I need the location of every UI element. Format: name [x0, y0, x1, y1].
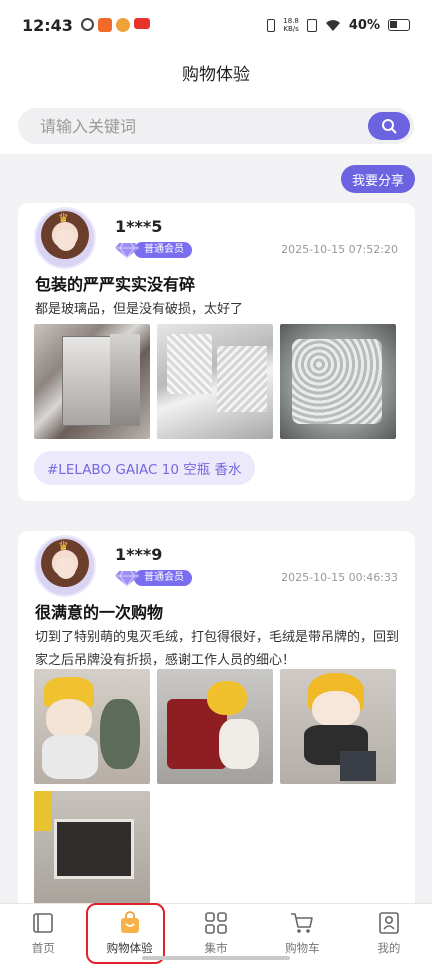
weibo-icon [115, 18, 130, 32]
post-date: 2025-10-15 00:46:33 [281, 571, 398, 584]
tab-market[interactable]: 集市 [173, 904, 259, 964]
app-notification-icon [133, 18, 150, 29]
wifi-icon [325, 19, 340, 31]
post-photo[interactable] [34, 324, 150, 439]
tab-label: 首页 [31, 941, 55, 955]
tab-label: 集市 [204, 941, 228, 955]
header: 购物体验 [0, 50, 432, 154]
avatar[interactable]: ♛ [34, 535, 96, 597]
shopping-bag-icon [120, 911, 139, 933]
post-photo[interactable] [34, 669, 150, 784]
post-photo[interactable] [157, 324, 273, 439]
post-title: 包装的严严实实没有碎 [35, 275, 196, 294]
tab-label: 购物车 [285, 941, 320, 955]
battery-text: 40% [348, 17, 380, 33]
net-speed: 18.8 KB/s [283, 17, 299, 33]
app-notification-icon [97, 18, 112, 32]
photo-grid [34, 324, 396, 439]
app-notification-icon [80, 18, 94, 31]
post-date: 2025-10-15 07:52:20 [281, 243, 398, 256]
tab-label: 购物体验 [106, 941, 153, 955]
post-body: 都是玻璃品，但是没有破损，太好了 [35, 302, 244, 317]
share-button[interactable]: 我要分享 [341, 165, 415, 193]
cart-icon [291, 913, 314, 933]
member-badge: 普通会员 [114, 569, 192, 587]
post-body: 切到了特别萌的鬼灭毛绒，打包得很好，毛绒是带吊牌的，回到家之后吊牌没有折损，感谢… [35, 630, 400, 668]
post-photo[interactable] [157, 669, 273, 784]
no-sim-icon [306, 18, 317, 32]
tab-bar: 首页 购物体验 集市 购物车 我的 [0, 903, 432, 964]
profile-icon [379, 912, 399, 934]
grid-icon [205, 912, 227, 934]
post-photo[interactable] [280, 669, 396, 784]
battery-icon [388, 19, 410, 31]
tab-shopping-experience[interactable]: 购物体验 [86, 904, 172, 964]
search-bar[interactable] [18, 108, 414, 144]
member-badge: 普通会员 [114, 241, 192, 259]
post-card[interactable]: ♛ 1***5 普通会员 2025-10-15 07:52:20 包装的严严实实… [18, 203, 415, 501]
diamond-icon [115, 570, 139, 587]
status-bar: 12:43 18.8 KB/s 40% [0, 0, 432, 50]
home-indicator [142, 956, 290, 960]
tab-profile[interactable]: 我的 [346, 904, 432, 964]
post-photo[interactable] [34, 791, 150, 906]
search-button[interactable] [368, 112, 410, 140]
crown-icon: ♛ [58, 539, 69, 553]
username: 1***5 [115, 217, 163, 236]
search-input[interactable] [40, 116, 340, 136]
diamond-icon [115, 242, 139, 259]
tab-label: 我的 [377, 941, 401, 955]
tab-home[interactable]: 首页 [0, 904, 86, 964]
username: 1***9 [115, 545, 163, 564]
vibrate-icon [267, 18, 276, 32]
tab-cart[interactable]: 购物车 [259, 904, 345, 964]
page-title: 购物体验 [182, 65, 250, 85]
product-tag[interactable]: #LELABO GAIAC 10 空瓶 香水 [34, 451, 255, 485]
post-photo[interactable] [280, 324, 396, 439]
post-title: 很满意的一次购物 [35, 603, 164, 622]
photo-grid [34, 669, 396, 906]
search-icon [382, 119, 397, 134]
post-card[interactable]: ♛ 1***9 普通会员 2025-10-15 00:46:33 很满意的一次购… [18, 531, 415, 911]
crown-icon: ♛ [58, 211, 69, 225]
avatar[interactable]: ♛ [34, 207, 96, 269]
book-icon [33, 913, 54, 933]
clock: 12:43 [22, 15, 73, 35]
